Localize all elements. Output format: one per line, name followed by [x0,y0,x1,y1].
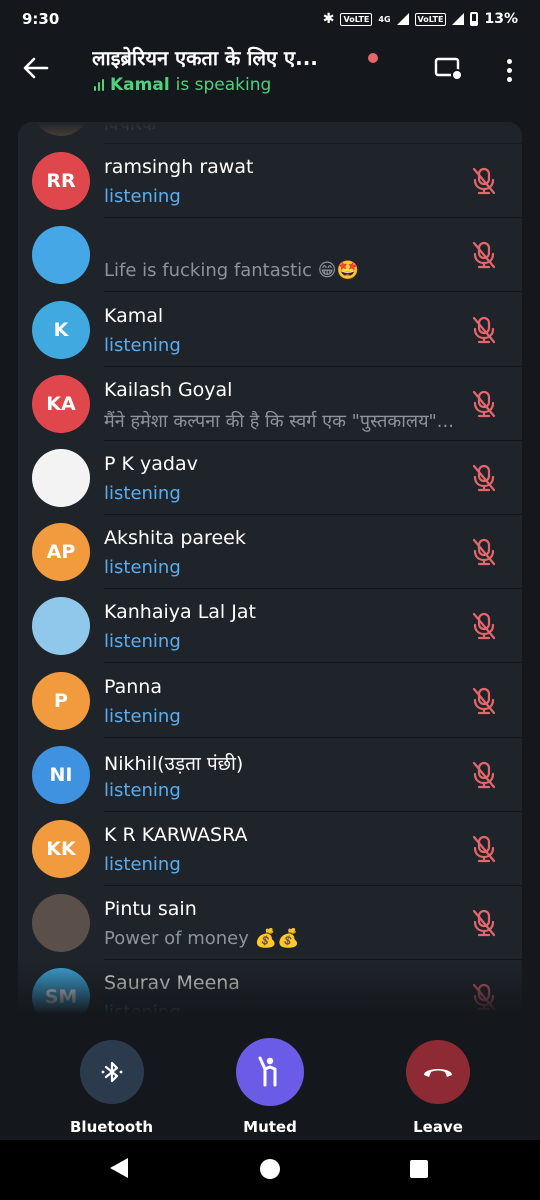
muted-mic-icon[interactable] [470,760,498,790]
participant-avatar [32,894,90,953]
participant-row[interactable]: P Panna listening [18,664,522,738]
participant-name: Kamal [104,304,164,327]
participant-avatar: K [32,300,90,359]
participant-row[interactable]: AP Akshita pareek listening [18,515,522,590]
participant-status: Life is fucking fantastic 😁🤩 [104,260,359,282]
call-header: लाइब्रेरियन एकता के लिए ए... Kamal is sp… [0,38,540,102]
participant-status: listening [104,705,181,727]
chat-title: लाइब्रेरियन एकता के लिए ए... [92,46,318,70]
participant-status: listening [104,483,181,504]
participant-avatar [32,597,90,656]
mute-label: Muted [243,1118,297,1136]
muted-mic-icon[interactable] [470,240,498,270]
back-arrow-icon [23,57,49,79]
participant-name: Panna [104,675,162,698]
participant-name: P K yadav [104,453,198,475]
participant-row[interactable]: Life is fucking fantastic 😁🤩 [18,218,522,293]
participant-row[interactable]: K Kamal listening [18,293,522,367]
mute-control: Muted [236,1038,304,1136]
more-dot-icon [506,67,512,73]
speaking-suffix: is speaking [175,75,272,95]
bluetooth-status-icon: ✱ [322,11,335,27]
leave-control: Leave [406,1040,470,1136]
participant-list[interactable]: विचारकRRramsingh rawatlisteningLife is f… [18,122,522,1020]
muted-mic-icon[interactable] [470,166,498,196]
participant-status: listening [104,631,181,653]
participant-avatar: AP [32,523,90,582]
participant-avatar [32,449,90,507]
participant-row[interactable]: KK K R KARWASRA listening [18,812,522,886]
participant-status: मैंने हमेशा कल्पना की है कि स्वर्ग एक "प… [104,410,454,432]
leave-button[interactable] [406,1040,470,1104]
status-bar: 9:30 ✱ VoLTE 4G VoLTE 13% [0,0,540,38]
participant-row[interactable]: KA Kailash Goyal मैंने हमेशा कल्पना की है … [18,367,522,441]
status-time: 9:30 [22,10,60,28]
speaker-name: Kamal [110,75,170,95]
participant-status: Power of money 💰💰 [104,928,300,950]
participant-row[interactable]: Pintu sain Power of money 💰💰 [18,886,522,961]
participant-avatar: NI [32,745,90,804]
participant-avatar: P [32,671,90,730]
nav-back-icon[interactable] [110,1158,128,1178]
list-fade-bottom [18,960,522,1020]
screen-share-icon [434,57,463,81]
more-options-button[interactable] [494,54,524,86]
hang-up-icon [424,1069,452,1077]
battery-icon [470,12,479,26]
participant-name: Kanhaiya Lal Jat [104,601,256,624]
muted-mic-icon[interactable] [470,611,498,641]
bluetooth-button[interactable] [79,1040,144,1104]
participant-avatar: KA [32,374,90,433]
muted-mic-icon[interactable] [470,834,498,864]
participant-avatar: KK [32,820,90,878]
participant-row[interactable]: P K yadav listening [18,441,522,515]
muted-mic-icon[interactable] [470,537,498,567]
participant-row[interactable]: RR ramsingh rawat listening [18,144,522,219]
participant-status: listening [104,186,181,208]
back-button[interactable] [18,50,54,86]
participant-status: listening [104,854,181,875]
battery-level: 13% [484,11,518,27]
leave-label: Leave [413,1118,463,1136]
system-navigation-bar [0,1140,540,1200]
nav-home-icon[interactable] [260,1159,280,1179]
mute-button[interactable] [236,1038,304,1106]
participant-status: listening [104,557,181,579]
list-fade-top [18,122,522,148]
sound-wave-icon [94,79,104,91]
participant-name: Nikhil(उड़ता पंछी) [104,752,244,775]
participant-row[interactable]: NI Nikhil(उड़ता पंछी) listening [18,738,522,812]
bluetooth-label: Bluetooth [70,1118,154,1136]
bluetooth-icon [101,1061,122,1083]
muted-mic-icon[interactable] [470,315,498,345]
participant-row[interactable]: Kanhaiya Lal Jat listening [18,589,522,664]
screen-share-button[interactable] [432,54,466,84]
participant-status: listening [104,779,181,801]
bluetooth-control: Bluetooth [70,1040,153,1136]
participant-name: ramsingh rawat [104,156,254,179]
participant-name: Akshita pareek [104,527,246,550]
participant-status: listening [104,334,181,356]
participant-name: Kailash Goyal [104,378,233,401]
participant-avatar [32,226,90,285]
signal-icon-2 [452,13,465,25]
muted-mic-icon[interactable] [470,686,498,716]
network-type: 4G [378,14,391,24]
participant-avatar: RR [32,152,90,211]
signal-icon [396,13,409,25]
raise-hand-icon [258,1056,277,1087]
volte-badge-2: VoLTE [414,12,447,26]
muted-mic-icon[interactable] [470,908,498,938]
more-dot-icon [506,76,512,82]
volte-badge: VoLTE [340,12,373,26]
participant-name: K R KARWASRA [104,824,248,846]
nav-recents-icon[interactable] [410,1160,428,1178]
recording-dot-icon [368,53,378,63]
muted-mic-icon[interactable] [470,389,498,419]
speaking-indicator: Kamal is speaking [94,75,271,95]
muted-mic-icon[interactable] [470,463,498,493]
more-dot-icon [506,58,512,64]
participant-name: Pintu sain [104,898,197,921]
